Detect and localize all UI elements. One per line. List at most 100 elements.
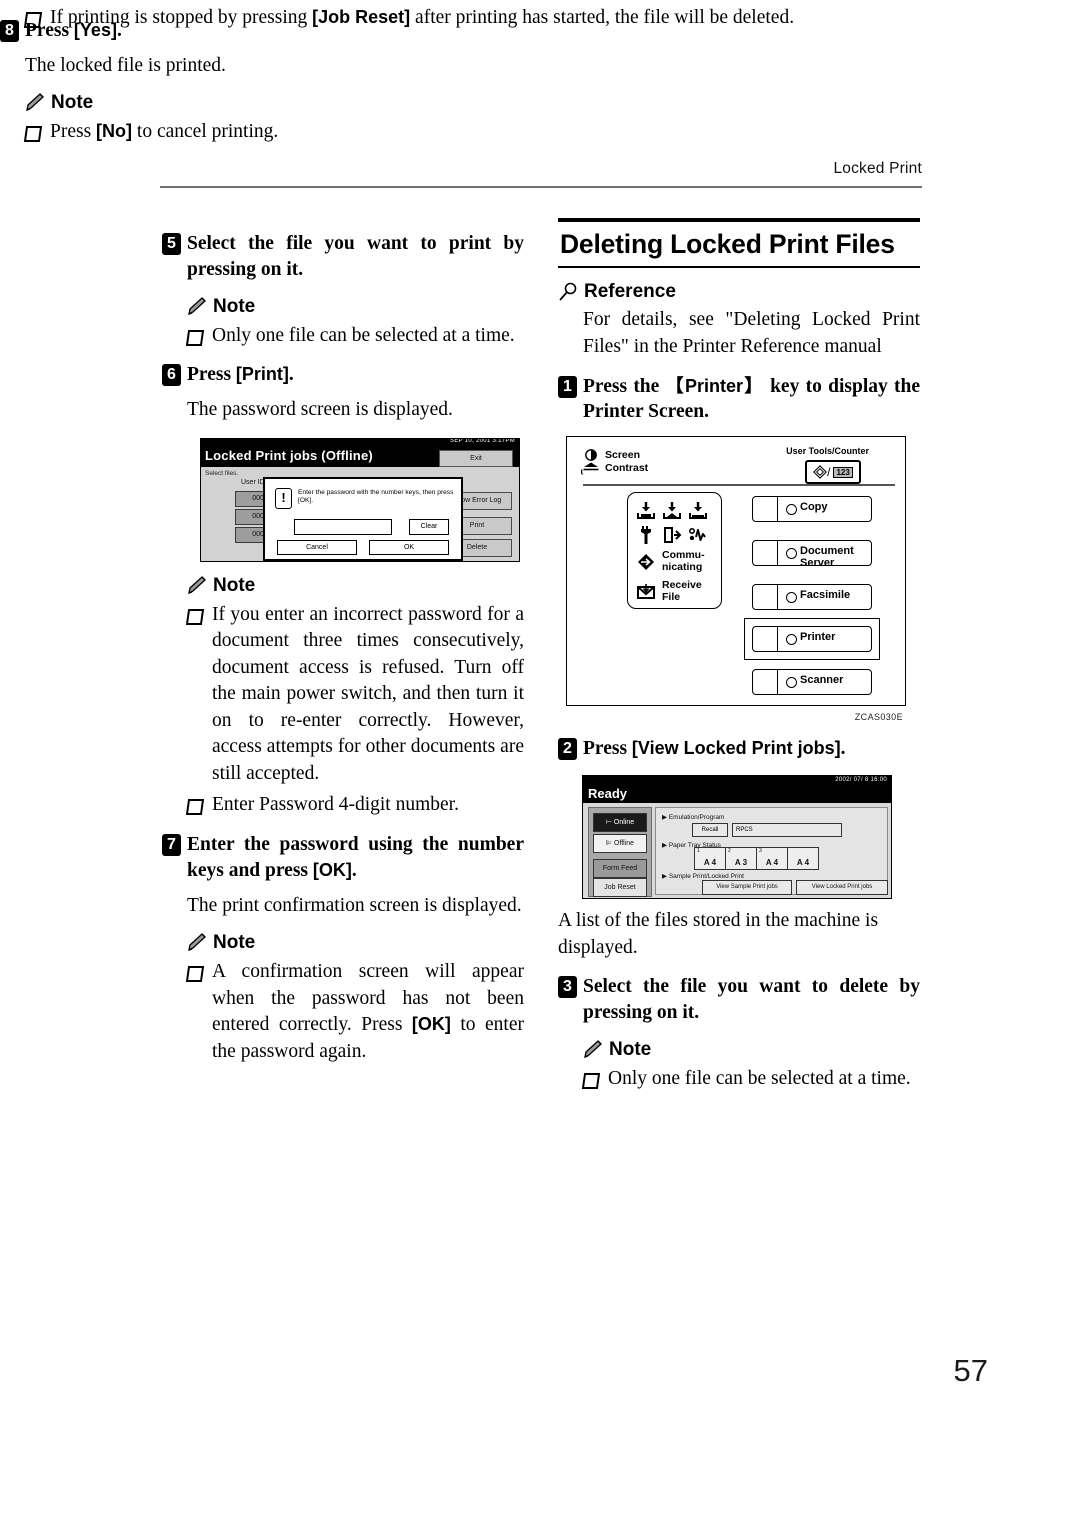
note-item: If you enter an incorrect password for a…	[185, 602, 524, 788]
tray-number: 3	[759, 848, 762, 855]
facsimile-key[interactable]: Facsimile	[752, 584, 872, 611]
pencil-icon	[25, 93, 47, 113]
figure1-exit-button[interactable]: Exit	[439, 449, 513, 467]
figure3-view-sample-print-jobs-button[interactable]: View Sample Print jobs	[702, 880, 792, 896]
communicating-line2: nicating	[662, 561, 703, 574]
figure3-offline-button[interactable]: ⊫ Offline	[593, 834, 647, 854]
figure3-recall-button[interactable]: Recall	[692, 823, 728, 838]
screen-contrast-icon	[580, 449, 601, 476]
reference-body: For details, see "Deleting Locked Print …	[583, 309, 920, 357]
figure3-emulation-section-label: ▶ Emulation/Program	[662, 814, 725, 822]
figure3-tray-bypass[interactable]: A 4	[788, 848, 818, 869]
screen-contrast-label: Screen Contrast	[605, 449, 648, 475]
bullet-square-icon	[23, 126, 43, 143]
left-column: 5 Select the file you want to print by p…	[162, 218, 524, 1065]
figure3-sample-section-label: ▶ Sample Print/Locked Print	[662, 873, 744, 881]
figure1-cancel-button[interactable]: Cancel	[277, 539, 357, 555]
receive-file-line1: Receive	[662, 579, 702, 592]
step-key: [Print]	[235, 364, 289, 385]
figure1-select-files-label: Select files.	[205, 469, 239, 477]
step-key: 【Printer】	[665, 375, 764, 396]
key-tab	[753, 497, 778, 522]
figure3-titlebar	[583, 785, 891, 804]
note-key: [No]	[96, 121, 133, 142]
document-server-key-label: Document Server	[800, 545, 854, 570]
figure3-tray[interactable]: 3A 4	[757, 848, 788, 870]
figure1-title: Locked Print jobs (Offline)	[205, 447, 373, 463]
copy-key[interactable]: Copy	[752, 496, 872, 523]
step-8: 8 Press [Yes].	[0, 18, 1080, 44]
facsimile-key-label: Facsimile	[800, 589, 851, 602]
page-number: 57	[953, 1353, 988, 1388]
note-item-text: Press [No] to cancel printing.	[50, 119, 1080, 146]
figure3-emulation-value[interactable]: RPCS	[732, 823, 842, 838]
bullet-square-icon	[23, 12, 43, 28]
offline-label: Offline	[613, 840, 635, 848]
figure3-status-title: Ready	[588, 786, 628, 802]
panel-divider	[583, 484, 895, 486]
note-label: Note	[51, 92, 94, 114]
step-number: 5	[162, 233, 181, 255]
sample-print-label: Sample Print/Locked Print	[668, 873, 744, 881]
exclamation-icon: !	[275, 487, 292, 509]
note-item-text: If you enter an incorrect password for a…	[212, 603, 524, 784]
scanner-key[interactable]: Scanner	[752, 669, 872, 696]
step-3: 3 Select the file you want to delete by …	[558, 974, 920, 1026]
tray-size: A 3	[734, 858, 748, 868]
magnifier-icon	[558, 282, 580, 302]
note-label: Note	[213, 574, 256, 596]
printer-key[interactable]: Printer	[752, 626, 872, 653]
figure1-password-input[interactable]	[294, 518, 392, 535]
document-server-key[interactable]: Document Server	[752, 540, 872, 570]
step-text: Select the file you want to print by pre…	[187, 233, 524, 280]
service-call-wrench-icon	[636, 525, 656, 545]
step-number: 6	[162, 364, 181, 387]
figure1-clear-button[interactable]: Clear	[409, 518, 449, 535]
bullet-square-icon	[185, 966, 205, 983]
note-heading: Note	[187, 575, 524, 597]
section-title-block: Deleting Locked Print Files	[558, 218, 920, 269]
step-2-body: A list of the files stored in the machin…	[558, 910, 879, 958]
step-text: Press [Print].	[187, 362, 524, 388]
figure3-tray[interactable]: 1A 4	[695, 848, 726, 870]
step-5: 5 Select the file you want to print by p…	[162, 231, 524, 283]
key-tab	[753, 541, 778, 566]
bullet-square-icon	[185, 329, 205, 346]
note-label: Note	[609, 1039, 652, 1061]
step-2: 2 Press [View Locked Print jobs].	[558, 736, 920, 762]
step-key: [Yes]	[73, 20, 117, 40]
bullet-square-icon	[185, 799, 205, 816]
reference-heading: Reference	[558, 281, 920, 303]
step-6: 6 Press [Print].	[162, 362, 524, 388]
figure3-paper-tray-status: 1A 4 2A 3 3A 4 A 4	[694, 847, 819, 871]
facsimile-indicator-led	[786, 592, 797, 604]
figure3-online-button[interactable]: ⊢ Online	[593, 813, 647, 833]
communicating-label: Commu- nicating	[662, 549, 705, 574]
running-header: Locked Print	[833, 160, 922, 177]
tray-number: 1	[697, 848, 700, 855]
screen-contrast-line1: Screen	[605, 449, 641, 462]
note-item: Press [No] to cancel printing.	[23, 119, 1080, 146]
step-6-body: The password screen is displayed.	[187, 399, 453, 421]
user-tools-diamond-icon	[813, 465, 828, 480]
key-tab	[753, 670, 778, 695]
figure1-ok-button[interactable]: OK	[369, 539, 449, 555]
status-icon-row-4: Receive File	[636, 579, 702, 604]
load-paper-icon	[636, 501, 656, 521]
figure3-tray[interactable]: 2A 3	[726, 848, 757, 870]
figure1-date: SEP 10, 2001 3:17PM	[450, 438, 515, 445]
figure1-user-id-label: User ID	[241, 478, 265, 486]
title-rule-bottom	[558, 266, 920, 269]
step-key: [OK]	[312, 859, 352, 880]
figure3-form-feed-button[interactable]: Form Feed	[593, 859, 647, 879]
figure3-job-reset-button[interactable]: Job Reset	[593, 878, 647, 898]
note-item-text: Enter Password 4-digit number.	[212, 794, 459, 816]
note-heading: Note	[583, 1039, 920, 1061]
figure3-view-locked-print-jobs-button[interactable]: View Locked Print jobs	[796, 880, 888, 896]
step-number: 8	[0, 20, 19, 42]
printer-key-label: Printer	[800, 631, 836, 644]
emulation-label: Emulation/Program	[668, 814, 725, 822]
scanner-key-label: Scanner	[800, 674, 844, 687]
user-tools-counter-button[interactable]: / 123	[805, 460, 861, 485]
step-1: 1 Press the 【Printer】 key to display the…	[558, 374, 920, 426]
